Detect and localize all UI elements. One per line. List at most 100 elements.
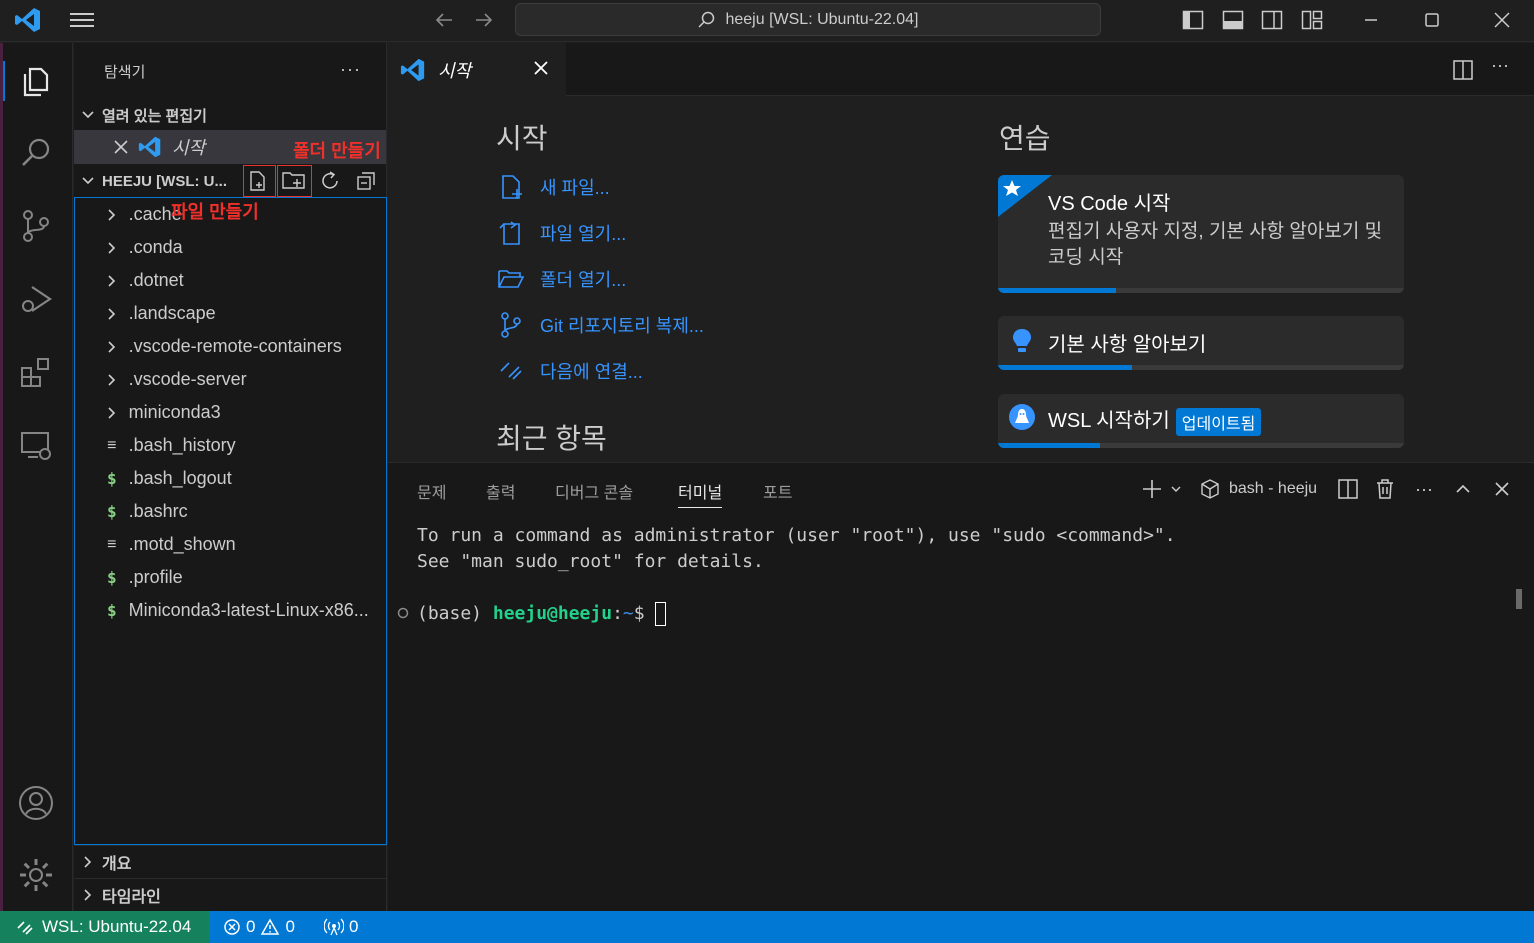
close-icon[interactable] [532, 59, 550, 77]
prompt-colon: : [612, 603, 623, 624]
search-icon[interactable] [16, 133, 56, 173]
explorer-sidebar: 탐색기 ··· 열려 있는 편집기 시작 HEEJU [WSL: U... .c… [74, 43, 387, 911]
tree-item[interactable]: $ Miniconda3-latest-Linux-x86... [75, 594, 386, 627]
activity-bar [0, 43, 73, 911]
tab-ports[interactable]: 포트 [763, 479, 792, 503]
walkthrough-wsl[interactable]: WSL 시작하기 업데이트됨 [998, 394, 1404, 448]
tab-output[interactable]: 출력 [486, 479, 515, 503]
walkthrough-vscode[interactable]: VS Code 시작 편집기 사용자 지정, 기본 사항 알아보기 및 코딩 시… [998, 175, 1404, 293]
tree-item-label: .dotnet [128, 270, 184, 290]
gear-icon[interactable] [16, 855, 56, 895]
tree-item[interactable]: .conda [75, 231, 386, 264]
open-folder-link[interactable]: 폴더 열기... [496, 261, 626, 297]
accounts-icon[interactable] [16, 783, 56, 823]
open-editors-header[interactable]: 열려 있는 편집기 [74, 101, 386, 129]
tree-item[interactable]: .landscape [75, 297, 386, 330]
split-editor-icon[interactable] [1452, 59, 1474, 81]
chevron-down-icon[interactable] [1168, 477, 1184, 501]
scrollbar-thumb[interactable] [1516, 589, 1522, 609]
chevron-up-icon[interactable] [1451, 477, 1475, 501]
close-window-icon[interactable] [1490, 8, 1514, 32]
refresh-icon[interactable] [318, 169, 342, 193]
tree-item[interactable]: $ .bashrc [75, 495, 386, 528]
walkthrough-fundamentals[interactable]: 기본 사항 알아보기 [998, 316, 1404, 370]
tree-item-label: .motd_shown [128, 534, 236, 554]
arrow-left-icon[interactable] [432, 8, 456, 32]
maximize-icon[interactable] [1420, 8, 1444, 32]
tree-item[interactable]: .vscode-remote-containers [75, 330, 386, 363]
open-folder-icon [498, 270, 525, 288]
explorer-icon[interactable] [3, 61, 56, 101]
tab-problems[interactable]: 문제 [417, 479, 446, 503]
bottom-panel: 문제 출력 디버그 콘솔 터미널 포트 bash - heeju ··· To … [388, 462, 1534, 911]
source-control-icon[interactable] [16, 206, 56, 246]
command-decoration-icon[interactable] [397, 607, 409, 619]
tree-item[interactable]: $ .profile [75, 561, 386, 594]
minimize-icon[interactable] [1359, 8, 1383, 32]
timeline-label: 타임라인 [102, 889, 161, 906]
folder-title: HEEJU [WSL: U... [102, 172, 228, 190]
tab-terminal[interactable]: 터미널 [678, 479, 723, 508]
toggle-primary-sidebar-icon[interactable] [1181, 8, 1205, 32]
tree-item[interactable]: .vscode-server [75, 363, 386, 396]
chevron-right-icon [101, 340, 123, 354]
search-icon [698, 11, 715, 28]
tree-item[interactable]: miniconda3 [75, 396, 386, 429]
chevron-right-icon [101, 274, 123, 288]
tree-item-label: .bash_logout [128, 468, 232, 488]
open-file-link[interactable]: 파일 열기... [496, 215, 626, 251]
updated-badge: 업데이트됨 [1175, 407, 1262, 436]
run-debug-icon[interactable] [16, 279, 56, 319]
remote-indicator[interactable]: WSL: Ubuntu-22.04 [0, 911, 209, 943]
vscode-logo-icon [138, 136, 161, 158]
open-folder-label: 폴더 열기... [540, 270, 627, 290]
chevron-right-icon [101, 208, 123, 222]
close-icon[interactable] [112, 140, 130, 154]
more-actions-icon[interactable]: ··· [1491, 55, 1509, 76]
extensions-icon[interactable] [16, 352, 56, 392]
tree-item[interactable]: ≡ .motd_shown [75, 528, 386, 561]
split-terminal-icon[interactable] [1336, 477, 1360, 501]
chevron-right-icon [101, 241, 123, 255]
terminal-name[interactable]: bash - heeju [1229, 480, 1317, 498]
connect-to-label: 다음에 연결... [540, 362, 643, 382]
prompt-symbol: $ [633, 603, 656, 624]
more-actions-icon[interactable]: ··· [1412, 477, 1436, 501]
git-clone-label: Git 리포지토리 복제... [540, 316, 704, 336]
hamburger-menu-icon[interactable] [68, 10, 96, 30]
terminal-prompt[interactable]: (base) heeju@heeju:~$ [417, 602, 667, 626]
customize-layout-icon[interactable] [1300, 8, 1324, 32]
toggle-secondary-sidebar-icon[interactable] [1260, 8, 1284, 32]
tab-welcome[interactable]: 시작 [388, 43, 566, 96]
ports-status[interactable]: 0 [324, 911, 358, 943]
new-file-highlight [243, 165, 276, 197]
text-file-icon: ≡ [107, 436, 117, 454]
git-clone-link[interactable]: Git 리포지토리 복제... [496, 307, 704, 343]
timeline-section[interactable]: 타임라인 [74, 878, 386, 911]
outline-section[interactable]: 개요 [74, 845, 386, 878]
editor-tab-bar: 시작 ··· [388, 43, 1534, 96]
new-file-icon [502, 175, 522, 199]
tree-item[interactable]: .dotnet [75, 264, 386, 297]
command-center-label: heeju [WSL: Ubuntu-22.04] [725, 10, 919, 28]
new-file-link[interactable]: 새 파일... [496, 169, 610, 205]
command-center[interactable]: heeju [WSL: Ubuntu-22.04] [515, 3, 1101, 36]
connect-to-link[interactable]: 다음에 연결... [496, 353, 643, 389]
more-actions-icon[interactable]: ··· [340, 59, 361, 80]
remote-explorer-icon[interactable] [16, 425, 56, 465]
problems-status[interactable]: 0 0 [223, 911, 295, 943]
tree-item[interactable]: $ .bash_logout [75, 462, 386, 495]
shell-file-icon: $ [106, 601, 117, 620]
toggle-panel-icon[interactable] [1221, 8, 1245, 32]
collapse-all-icon[interactable] [354, 169, 378, 193]
lightbulb-icon [1013, 329, 1031, 352]
open-file-icon [499, 221, 520, 245]
remote-label: WSL: Ubuntu-22.04 [42, 917, 192, 936]
close-icon[interactable] [1490, 477, 1514, 501]
tree-item[interactable]: ≡ .bash_history [75, 429, 386, 462]
shell-file-icon: $ [106, 568, 117, 587]
tab-debug-console[interactable]: 디버그 콘솔 [555, 479, 633, 503]
trash-icon[interactable] [1373, 477, 1397, 501]
arrow-right-icon[interactable] [472, 8, 496, 32]
new-terminal-icon[interactable] [1140, 477, 1164, 501]
